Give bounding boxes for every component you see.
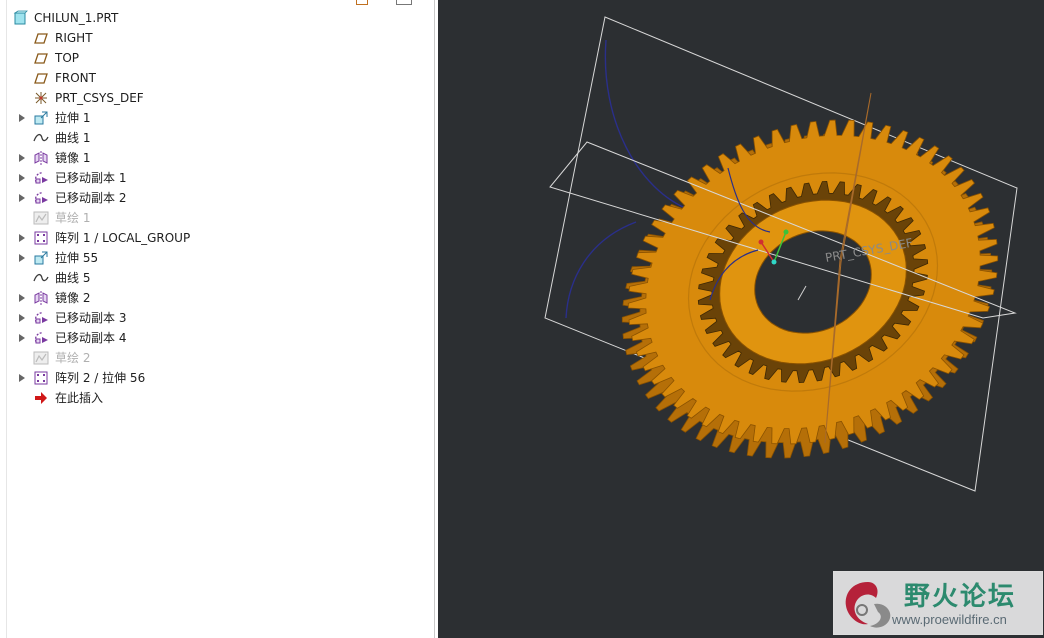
datum-plane-icon <box>33 30 49 46</box>
tree-item-label: 已移动副本 3 <box>55 311 127 325</box>
tree-item-label: RIGHT <box>55 31 93 45</box>
expand-arrow-icon[interactable] <box>19 334 25 342</box>
tree-toolbar <box>352 0 422 6</box>
tree-item[interactable]: 阵列 1 / LOCAL_GROUP <box>0 228 430 248</box>
expand-arrow-icon[interactable] <box>19 234 25 242</box>
datum-plane-icon <box>33 70 49 86</box>
watermark: 野火论坛 www.proewildfire.cn <box>833 571 1043 635</box>
tree-item[interactable]: 已移动副本 1 <box>0 168 430 188</box>
tree-item-label: 草绘 2 <box>55 351 91 365</box>
tree-item-label: 拉伸 55 <box>55 251 99 265</box>
curve-icon <box>33 130 49 146</box>
tree-settings-icon[interactable] <box>356 0 368 5</box>
insert-here-arrow-icon <box>33 390 49 406</box>
curve-arc <box>604 39 691 211</box>
tree-item-label: 拉伸 1 <box>55 111 91 125</box>
sketch-icon <box>33 350 49 366</box>
expand-arrow-icon[interactable] <box>19 194 25 202</box>
tree-item-label: 曲线 5 <box>55 271 91 285</box>
tree-item[interactable]: 已移动副本 3 <box>0 308 430 328</box>
expand-arrow-icon[interactable] <box>19 294 25 302</box>
datum-plane-icon <box>33 50 49 66</box>
tree-item[interactable]: 草绘 2 <box>0 348 430 368</box>
pattern-icon <box>33 370 49 386</box>
tree-item-label: 阵列 1 / LOCAL_GROUP <box>55 231 191 245</box>
expand-arrow-icon[interactable] <box>19 154 25 162</box>
tree-item[interactable]: 阵列 2 / 拉伸 56 <box>0 368 430 388</box>
watermark-title: 野火论坛 <box>904 582 1017 612</box>
tree-item-label: 镜像 2 <box>55 291 91 305</box>
tree-item-label: 已移动副本 2 <box>55 191 127 205</box>
tree-item-label: 草绘 1 <box>55 211 91 225</box>
model-scene[interactable]: PRT_CSYS_DEF <box>438 0 1044 638</box>
curve-icon <box>33 270 49 286</box>
tree-item-label: 已移动副本 1 <box>55 171 127 185</box>
tree-item-label: PRT_CSYS_DEF <box>55 91 144 105</box>
tree-root-item[interactable]: CHILUN_1.PRT <box>0 8 430 28</box>
tree-item[interactable]: 曲线 5 <box>0 268 430 288</box>
graphics-viewport[interactable]: PRT_CSYS_DEF <box>438 0 1044 638</box>
tree-item-label: 曲线 1 <box>55 131 91 145</box>
tree-item[interactable]: 草绘 1 <box>0 208 430 228</box>
tree-item[interactable]: 拉伸 1 <box>0 108 430 128</box>
tree-item-label: 在此插入 <box>55 391 104 405</box>
moved-copy-icon <box>33 330 49 346</box>
part-icon <box>12 10 28 26</box>
expand-arrow-icon[interactable] <box>19 254 25 262</box>
tree-item[interactable]: 已移动副本 2 <box>0 188 430 208</box>
tree-item[interactable]: PRT_CSYS_DEF <box>0 88 430 108</box>
moved-copy-icon <box>33 190 49 206</box>
watermark-url: www.proewildfire.cn <box>892 612 1007 627</box>
csys-x-marker <box>758 239 764 245</box>
moved-copy-icon <box>33 170 49 186</box>
csys-y-marker <box>783 229 789 235</box>
expand-arrow-icon[interactable] <box>19 374 25 382</box>
tree-item[interactable]: 镜像 1 <box>0 148 430 168</box>
tree-item-label: CHILUN_1.PRT <box>34 11 119 25</box>
tree-item[interactable]: 曲线 1 <box>0 128 430 148</box>
watermark-logo-icon <box>845 582 891 628</box>
tree-filter-icon[interactable] <box>396 0 412 5</box>
model-tree-panel: CHILUN_1.PRT RIGHT TOP FRONT PRT_CSYS_DEF 拉伸 … <box>0 0 435 638</box>
pattern-icon <box>33 230 49 246</box>
tree-item[interactable]: 已移动副本 4 <box>0 328 430 348</box>
tree-item[interactable]: 拉伸 55 <box>0 248 430 268</box>
tree-item-label: 阵列 2 / 拉伸 56 <box>55 371 146 385</box>
expand-arrow-icon[interactable] <box>19 314 25 322</box>
expand-arrow-icon[interactable] <box>19 174 25 182</box>
expand-arrow-icon[interactable] <box>19 114 25 122</box>
moved-copy-icon <box>33 310 49 326</box>
csys-origin <box>771 259 777 265</box>
mirror-icon <box>33 150 49 166</box>
tree-item[interactable]: RIGHT <box>0 28 430 48</box>
tree-item-label: 已移动副本 4 <box>55 331 127 345</box>
tree-item[interactable]: FRONT <box>0 68 430 88</box>
tree-item[interactable]: TOP <box>0 48 430 68</box>
sketch-icon <box>33 210 49 226</box>
extrude-icon <box>33 250 49 266</box>
extrude-icon <box>33 110 49 126</box>
tree-item[interactable]: 在此插入 <box>0 388 430 408</box>
tree-item-label: TOP <box>55 51 80 65</box>
tree-item[interactable]: 镜像 2 <box>0 288 430 308</box>
tree-item-label: FRONT <box>55 71 96 85</box>
tree-item-label: 镜像 1 <box>55 151 91 165</box>
mirror-icon <box>33 290 49 306</box>
coordinate-system-icon <box>33 90 49 106</box>
